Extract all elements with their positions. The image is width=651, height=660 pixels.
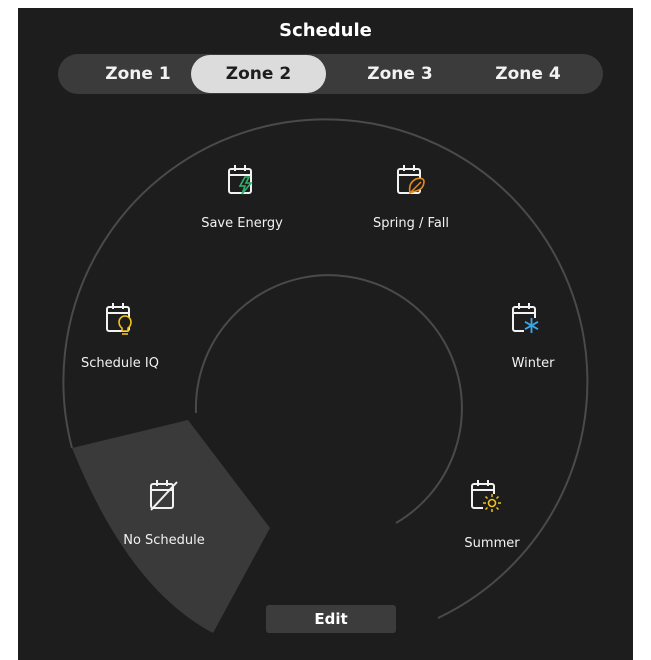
segment-label-spring-fall[interactable]: Spring / Fall xyxy=(373,216,449,231)
calendar-snowflake-icon[interactable] xyxy=(511,301,541,341)
calendar-crossed-icon[interactable] xyxy=(149,478,179,516)
segment-label-schedule-iq[interactable]: Schedule IQ xyxy=(81,356,159,371)
segment-label-no-schedule[interactable]: No Schedule xyxy=(123,533,205,548)
segment-label-summer[interactable]: Summer xyxy=(464,536,519,551)
calendar-lightning-icon[interactable] xyxy=(227,163,257,201)
calendar-leaf-icon[interactable] xyxy=(396,163,426,201)
selected-segment-highlight[interactable] xyxy=(72,420,270,633)
calendar-sun-icon[interactable] xyxy=(470,478,502,518)
calendar-lightbulb-icon[interactable] xyxy=(105,301,135,341)
edit-button[interactable]: Edit xyxy=(266,605,396,633)
segment-label-winter[interactable]: Winter xyxy=(512,356,555,371)
schedule-screen: Schedule Zone 1 Zone 2 Zone 3 Zone 4 Sav… xyxy=(18,8,633,660)
segment-label-save-energy[interactable]: Save Energy xyxy=(201,216,283,231)
